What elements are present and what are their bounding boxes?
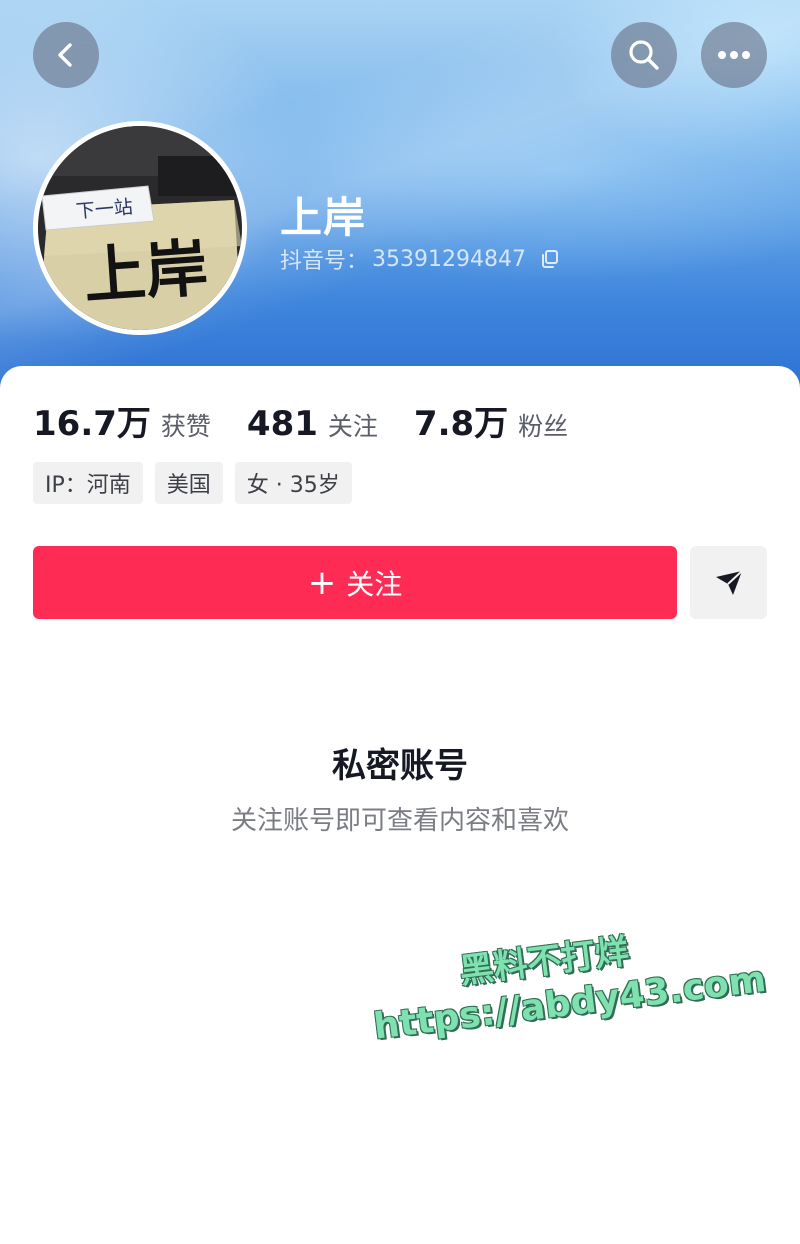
profile-tags: IP：河南 美国 女 · 35岁 bbox=[33, 462, 352, 504]
copy-icon[interactable] bbox=[540, 249, 560, 269]
follow-button[interactable]: + 关注 bbox=[33, 546, 677, 619]
more-horizontal-icon bbox=[718, 51, 750, 59]
stat-likes-value: 16.7万 bbox=[33, 404, 151, 444]
private-account-subtitle: 关注账号即可查看内容和喜欢 bbox=[230, 806, 569, 836]
avatar[interactable]: 下一站 上岸 bbox=[33, 121, 247, 335]
stat-followers[interactable]: 7.8万 粉丝 bbox=[414, 396, 568, 445]
stat-followers-label: 粉丝 bbox=[518, 412, 569, 441]
avatar-main-text: 上岸 bbox=[81, 231, 210, 312]
douyin-id-label: 抖音号： bbox=[280, 249, 369, 274]
message-button[interactable] bbox=[690, 546, 767, 619]
stat-likes-label: 获赞 bbox=[160, 412, 211, 441]
chevron-left-icon bbox=[58, 43, 72, 67]
stat-following-value: 481 bbox=[246, 404, 318, 444]
tag-country: 美国 bbox=[154, 462, 223, 504]
douyin-id: 抖音号： 35391294847 bbox=[280, 243, 560, 275]
stat-followers-value: 7.8万 bbox=[413, 404, 509, 444]
stats-row: 16.7万 获赞 481 关注 7.8万 粉丝 bbox=[33, 396, 604, 445]
nickname: 上岸 bbox=[280, 193, 367, 242]
back-button[interactable] bbox=[33, 22, 99, 88]
more-button[interactable] bbox=[701, 22, 767, 88]
tag-gender-age: 女 · 35岁 bbox=[234, 462, 352, 504]
send-message-icon bbox=[715, 569, 743, 595]
stat-following[interactable]: 481 关注 bbox=[247, 404, 378, 444]
tag-ip-location: IP：河南 bbox=[33, 462, 143, 504]
stat-following-label: 关注 bbox=[327, 412, 378, 441]
douyin-id-value: 35391294847 bbox=[372, 246, 526, 272]
plus-icon: + bbox=[307, 562, 337, 603]
follow-button-label: 关注 bbox=[346, 567, 403, 601]
stat-likes[interactable]: 16.7万 获赞 bbox=[33, 396, 211, 445]
search-button[interactable] bbox=[611, 22, 677, 88]
search-icon bbox=[629, 40, 659, 70]
private-account-title: 私密账号 bbox=[332, 746, 468, 786]
